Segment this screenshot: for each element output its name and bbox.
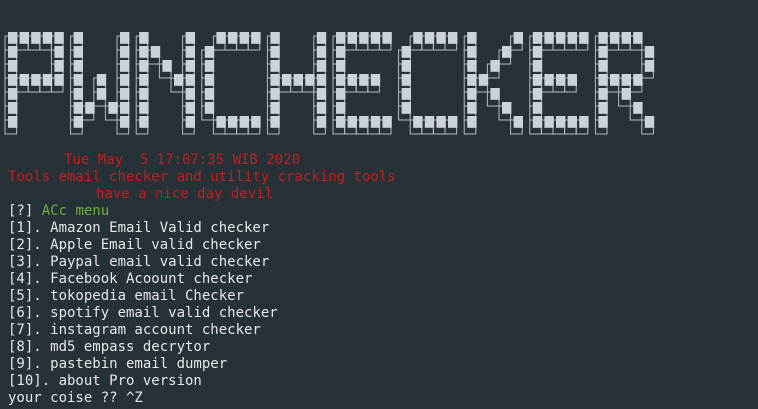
greeting-line: have a nice day devil bbox=[96, 186, 274, 202]
input-prompt[interactable]: your coise ?? ^Z bbox=[8, 390, 143, 407]
tool-subtitle: Tools email checker and utility cracking… bbox=[8, 169, 396, 185]
menu-item-amazon: [1]. Amazon Email Valid checker bbox=[8, 220, 270, 236]
menu-item-facebook: [4]. Facebook Acoount checker bbox=[8, 271, 253, 287]
menu-title-prefix: [?] bbox=[8, 203, 34, 219]
menu-item-spotify: [6]. spotify email valid checker bbox=[8, 305, 278, 321]
menu-item-md5: [8]. md5 empass decrytor bbox=[8, 339, 211, 355]
menu-item-pastebin: [9]. pastebin email dumper bbox=[8, 356, 228, 372]
menu-title-label: ACc menu bbox=[41, 203, 110, 219]
menu-title: [?] ACc menu bbox=[8, 203, 109, 220]
menu-item-tokopedia: [5]. tokopedia email Checker bbox=[8, 288, 245, 304]
menu-item-paypal: [3]. Paypal email valid checker bbox=[8, 254, 270, 270]
menu-item-apple: [2]. Apple Email valid checker bbox=[8, 237, 261, 253]
pwnchecker-ascii-banner bbox=[4, 32, 655, 135]
menu-item-pro-version: [10]. about Pro version bbox=[8, 373, 202, 389]
terminal-window[interactable]: Tue May 5 17:07:35 WIB 2020 Tools email … bbox=[0, 0, 758, 409]
date-line: Tue May 5 17:07:35 WIB 2020 bbox=[64, 152, 301, 168]
menu-item-instagram: [7]. instagram account checker bbox=[8, 322, 261, 338]
